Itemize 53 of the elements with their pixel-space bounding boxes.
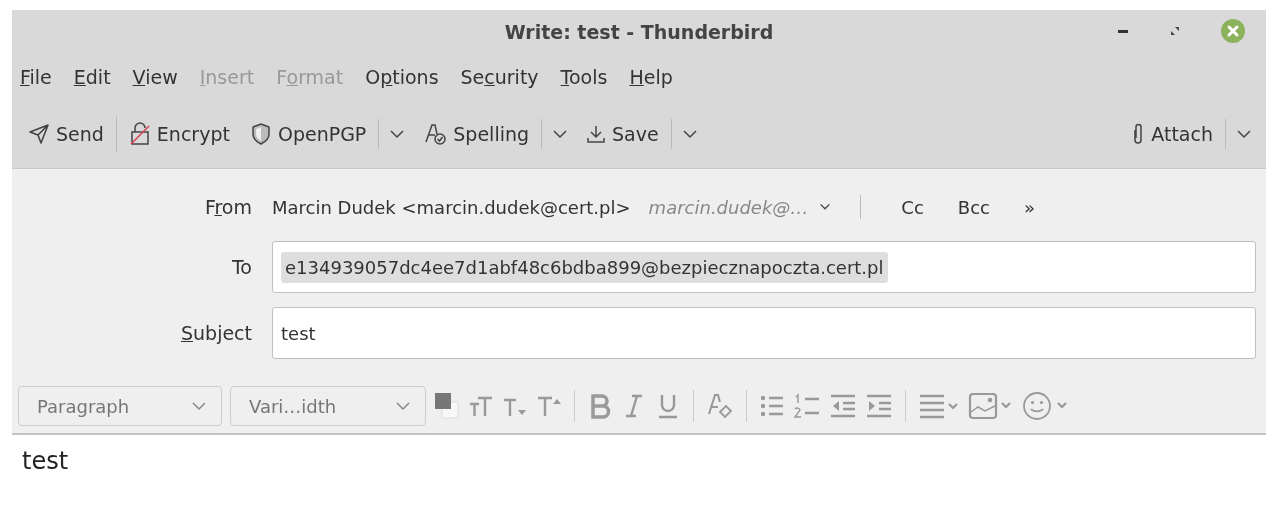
image-dropdown-icon[interactable]	[968, 392, 1014, 420]
download-icon	[586, 124, 607, 144]
paragraph-format-dropdown[interactable]: Paragraph	[18, 386, 222, 426]
identity-address: marcin.dudek@…	[648, 196, 809, 218]
outdent-icon[interactable]	[829, 393, 857, 419]
menu-item[interactable]: Help	[629, 66, 673, 88]
chevron-down-icon	[395, 401, 411, 411]
encrypt-button[interactable]: Encrypt	[118, 118, 240, 150]
color-picker-icon[interactable]	[434, 392, 460, 420]
attach-button[interactable]: Attach	[1121, 118, 1223, 150]
spellcheck-icon	[423, 122, 448, 146]
chevron-down-icon	[1236, 129, 1252, 139]
cc-button[interactable]: Cc	[889, 192, 936, 222]
more-fields-button[interactable]: »	[1012, 192, 1047, 222]
menu-item[interactable]: Security	[460, 66, 539, 88]
menu-item[interactable]: Options	[365, 66, 439, 88]
close-icon[interactable]	[1220, 18, 1246, 44]
menu-item[interactable]: View	[132, 66, 178, 88]
subject-field[interactable]: test	[272, 307, 1256, 359]
openpgp-button[interactable]: OpenPGP	[239, 118, 377, 150]
font-size-icon[interactable]	[468, 394, 494, 418]
larger-text-icon[interactable]	[536, 394, 562, 418]
window-title: Write: test - Thunderbird	[504, 21, 774, 43]
indent-icon[interactable]	[865, 393, 893, 419]
shield-icon	[249, 122, 272, 146]
bcc-button[interactable]: Bcc	[945, 192, 1002, 222]
maximize-icon[interactable]	[1168, 24, 1182, 38]
save-button[interactable]: Save	[576, 119, 669, 149]
to-field[interactable]: e134939057dc4ee7d1abf48c6bdba899@bezpiecznapoczta.cert.pl	[272, 241, 1256, 293]
numbered-list-icon[interactable]	[793, 392, 821, 420]
eraser-icon[interactable]	[706, 392, 734, 420]
sender-address[interactable]: Marcin Dudek <marcin.dudek@cert.pl>	[272, 196, 631, 218]
chevron-down-icon	[389, 129, 406, 139]
from-label: From	[203, 196, 253, 218]
chevron-down-icon[interactable]	[818, 202, 833, 212]
menu-item[interactable]: Edit	[73, 66, 111, 88]
message-body-text[interactable]: test	[22, 447, 69, 475]
unlocked-padlock-icon	[128, 122, 151, 146]
align-dropdown-icon[interactable]	[918, 393, 960, 419]
paper-plane-icon	[28, 123, 50, 145]
spelling-button[interactable]: Spelling	[413, 118, 540, 150]
chevron-down-icon	[191, 401, 207, 411]
bulleted-list-icon[interactable]	[759, 393, 785, 419]
send-button[interactable]: Send	[18, 119, 114, 149]
menu-item[interactable]: Tools	[560, 66, 608, 88]
to-label: To	[231, 256, 253, 278]
chevron-down-icon	[552, 129, 569, 139]
emoji-dropdown-icon[interactable]	[1022, 390, 1070, 422]
subject-label: Subject	[179, 322, 253, 344]
chevron-down-icon	[681, 129, 698, 139]
menu-item[interactable]: File	[20, 66, 52, 88]
recipient-pill[interactable]: e134939057dc4ee7d1abf48c6bdba899@bezpiecznapoczta.cert.pl	[281, 251, 888, 283]
font-dropdown[interactable]: Vari…idth	[230, 386, 426, 426]
